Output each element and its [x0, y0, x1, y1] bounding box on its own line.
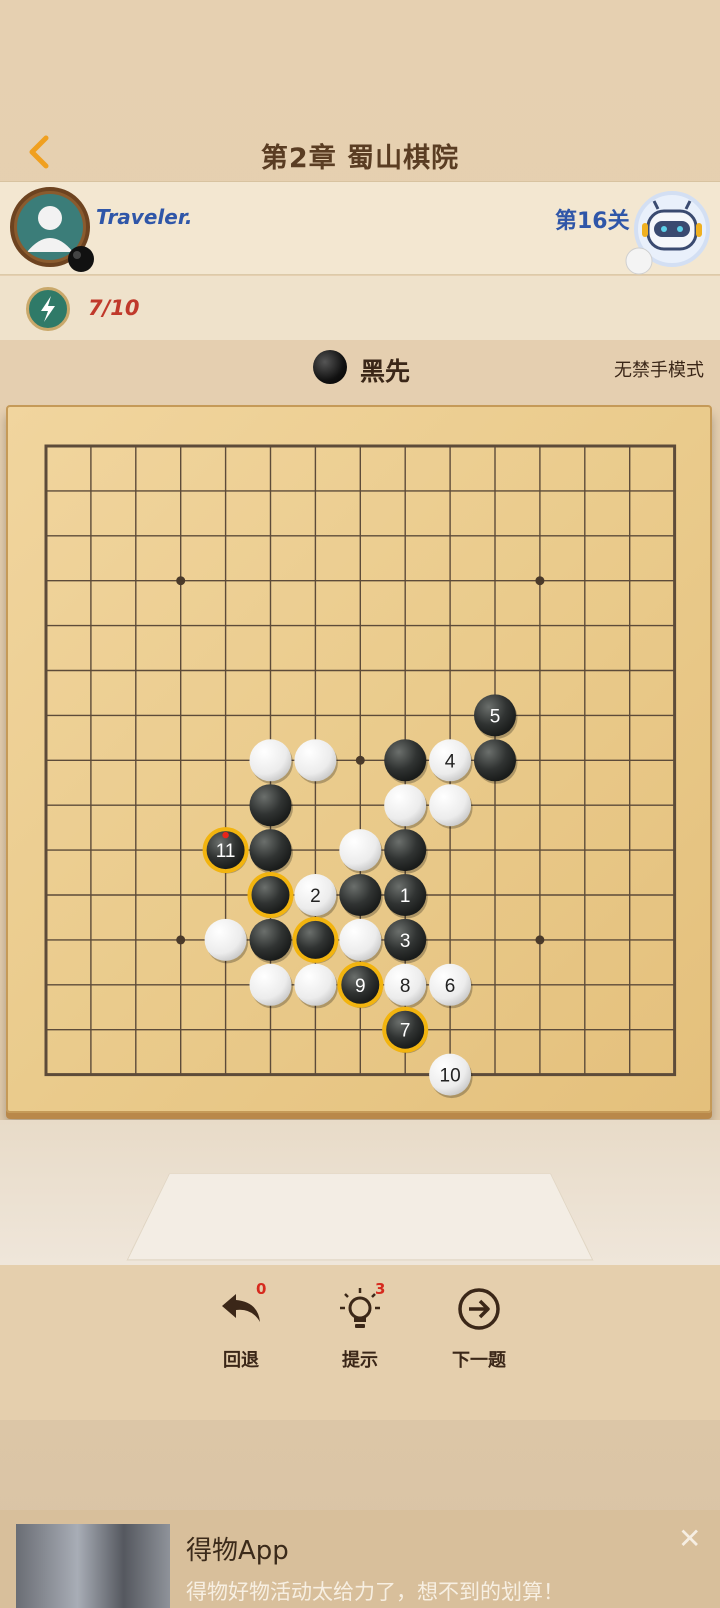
black-stone [292, 916, 339, 964]
black-stone [384, 739, 428, 784]
level-label: 第16关 [555, 209, 630, 234]
undo-label: 回退 [223, 1350, 259, 1371]
energy-button[interactable] [26, 287, 70, 331]
page-title: 第2章 蜀山棋院 [260, 143, 460, 174]
black-stone [249, 784, 293, 829]
ad-subtitle: 得物好物活动太给力了，想不到的划算！ [186, 1580, 564, 1604]
move-number: 2 [310, 886, 321, 907]
star-point [535, 935, 545, 945]
star-point [176, 935, 186, 945]
next-question-button[interactable]: 下一题 [434, 1280, 524, 1390]
turn-label: 黑先 [360, 357, 411, 386]
star-point [355, 755, 365, 765]
move-number: 5 [490, 706, 501, 727]
white-stone [294, 963, 338, 1009]
board-grid[interactable]: 5 4 11 2 1 3 9 8 6 7 10 [8, 407, 714, 1115]
background-board-image [126, 1173, 594, 1261]
move-number: 4 [445, 751, 456, 772]
white-stone: 6 [429, 963, 473, 1009]
hint-label: 提示 [342, 1350, 378, 1371]
white-stone: 4 [429, 739, 473, 784]
black-stone [247, 872, 294, 919]
black-stone [249, 918, 293, 964]
black-stone: 3 [384, 918, 428, 964]
star-point [535, 576, 545, 586]
white-stone [204, 918, 249, 964]
move-number: 11 [216, 841, 236, 862]
black-stone: 7 [382, 1006, 429, 1054]
black-stone [339, 874, 383, 919]
move-number: 9 [355, 976, 366, 997]
mode-label: 无禁手模式 [614, 360, 704, 381]
black-stone: 5 [474, 694, 518, 739]
next-question-label: 下一题 [452, 1350, 506, 1371]
lightning-icon [41, 296, 55, 322]
ad-title: 得物App [186, 1536, 289, 1566]
black-stone: 11 [202, 827, 249, 874]
white-stone [249, 963, 293, 1009]
white-stone [384, 784, 428, 829]
black-stone [474, 739, 518, 784]
move-number: 3 [400, 931, 411, 952]
ad-thumbnail[interactable] [16, 1524, 170, 1608]
hint-button[interactable]: 3 提示 [315, 1280, 405, 1390]
white-stone [339, 829, 383, 874]
player-name: Traveler. [96, 205, 193, 229]
black-stone [384, 829, 428, 874]
white-stone [294, 739, 338, 784]
hint-count-badge: 3 [375, 1280, 386, 1298]
white-stone: 8 [384, 963, 428, 1009]
move-number: 6 [445, 976, 456, 997]
energy-value: 7/10 [88, 296, 140, 320]
white-stone: 10 [429, 1053, 473, 1099]
player-stone-icon [68, 246, 94, 272]
move-number: 1 [400, 886, 411, 907]
white-stone [429, 784, 473, 829]
black-stone: 9 [337, 961, 384, 1009]
close-icon[interactable]: ✕ [678, 1522, 701, 1555]
move-number: 10 [440, 1066, 461, 1087]
move-number: 8 [400, 976, 411, 997]
white-stone: 2 [294, 874, 338, 919]
white-stone [339, 918, 383, 964]
white-stone [249, 739, 293, 784]
move-number: 7 [400, 1021, 411, 1042]
undo-button[interactable]: 0 回退 [196, 1280, 286, 1390]
black-stone: 1 [384, 874, 428, 919]
star-point [176, 576, 186, 586]
turn-stone-icon [313, 350, 347, 384]
opponent-stone-icon [625, 247, 653, 275]
black-stone [249, 829, 293, 874]
undo-count-badge: 0 [256, 1280, 267, 1298]
gomoku-board[interactable]: 5 4 11 2 1 3 9 8 6 7 10 [6, 405, 712, 1113]
arrow-right-circle-icon [458, 1288, 500, 1330]
